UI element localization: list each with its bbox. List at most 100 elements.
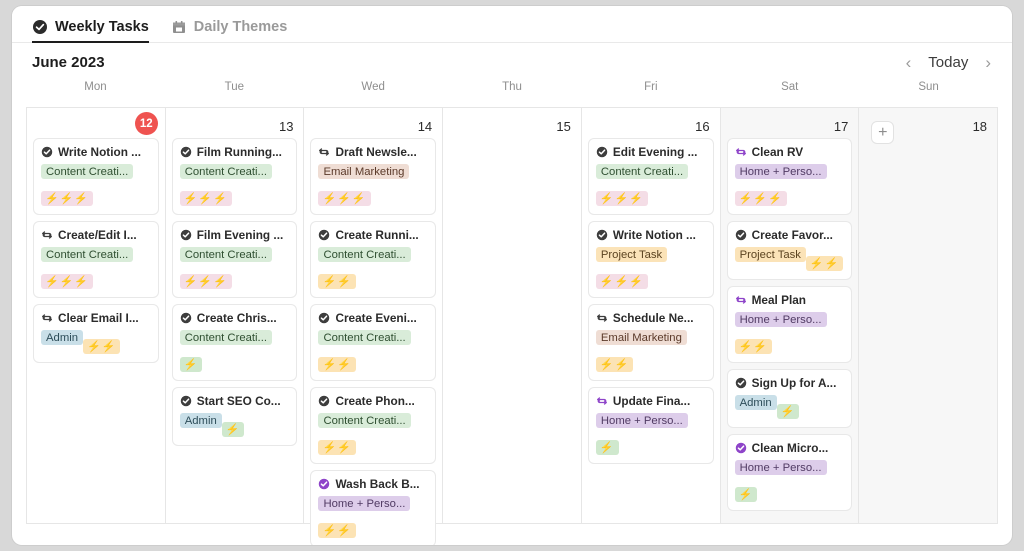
task-category-chip: Email Marketing [318, 164, 410, 179]
month-header: June 2023 ‹ Today › [12, 43, 1012, 81]
task-card-title: Edit Evening ... [596, 145, 706, 159]
task-category-chip: Home + Perso... [734, 164, 827, 179]
recurring-icon [41, 312, 53, 324]
day-header: +18 [865, 115, 991, 144]
today-button[interactable]: Today [928, 54, 968, 71]
task-priority-indicator: ⚡ [776, 404, 800, 419]
weekday-label-wed: Wed [361, 81, 385, 93]
task-card-title: Clean RV [735, 145, 845, 159]
task-card[interactable]: Create Eveni... Content Creati... ⚡⚡ [310, 304, 437, 381]
task-card[interactable]: Sign Up for A... Admin⚡ [726, 369, 853, 428]
check-circle-icon [180, 229, 192, 241]
day-column-thu[interactable]: 15 [443, 108, 582, 524]
task-card[interactable]: Create/Edit I... Content Creati... ⚡⚡⚡ [33, 221, 159, 298]
weekday-label-thu: Thu [502, 81, 522, 93]
task-category-chip: Admin [41, 330, 84, 345]
recurring-icon [735, 294, 747, 306]
tab-daily-themes-label: Daily Themes [193, 19, 288, 35]
task-card[interactable]: Create Favor... Project Task⚡⚡ [726, 221, 853, 280]
day-column-fri[interactable]: 16 Edit Evening ... Content Creati...⚡⚡⚡ Wr… [581, 108, 721, 524]
task-card[interactable]: Clean RV Home + Perso... ⚡⚡⚡ [726, 138, 853, 215]
recurring-icon [735, 146, 747, 158]
task-card[interactable]: Film Running... Content Creati... ⚡⚡⚡ [171, 138, 298, 215]
task-card-title: Film Evening ... [180, 228, 290, 242]
day-number: 15 [556, 119, 571, 134]
task-title-text: Create Eveni... [335, 311, 417, 325]
task-card[interactable]: Meal Plan Home + Perso... ⚡⚡ [726, 286, 853, 363]
task-priority-indicator: ⚡⚡⚡ [41, 274, 94, 289]
calendar-grid: 12 Write Notion ... Content Creati...⚡⚡⚡ Cr… [26, 107, 999, 545]
day-column-sat[interactable]: 17 Clean RV Home + Perso...⚡⚡⚡ Create Favor… [720, 108, 860, 524]
day-column-sun[interactable]: +18 [859, 108, 999, 524]
task-card-title: Film Running... [180, 145, 290, 159]
recurring-icon [318, 146, 330, 158]
task-category-chip: Home + Perso... [595, 413, 688, 428]
task-title-text: Edit Evening ... [612, 145, 698, 159]
task-card[interactable]: Write Notion ... Content Creati... ⚡⚡⚡ [33, 138, 159, 215]
check-circle-icon [318, 229, 330, 241]
task-priority-indicator: ⚡⚡⚡ [318, 191, 371, 206]
task-priority-indicator: ⚡ [734, 487, 758, 502]
task-card[interactable]: Create Phon... Content Creati... ⚡⚡ [310, 387, 437, 464]
app-window: Weekly Tasks Daily Themes June 2023 ‹ To… [12, 6, 1012, 545]
task-card[interactable]: Film Evening ... Content Creati... ⚡⚡⚡ [171, 221, 298, 298]
day-number: 18 [972, 119, 988, 134]
weekday-label-fri: Fri [644, 81, 658, 93]
day-column-tue[interactable]: 13 Film Running... Content Creati...⚡⚡⚡ Fil… [165, 108, 305, 524]
task-priority-indicator: ⚡⚡⚡ [179, 274, 232, 289]
task-category-chip: Content Creati... [318, 247, 411, 262]
task-card[interactable]: Edit Evening ... Content Creati... ⚡⚡⚡ [587, 138, 714, 215]
check-circle-icon [180, 312, 192, 324]
task-priority-indicator: ⚡⚡ [318, 274, 356, 289]
day-header: 13 [172, 115, 298, 138]
task-card-title: Clear Email I... [41, 311, 151, 325]
task-title-text: Sign Up for A... [751, 376, 837, 390]
task-card[interactable]: Create Runni... Content Creati... ⚡⚡ [310, 221, 437, 298]
tab-weekly-tasks[interactable]: Weekly Tasks [32, 19, 149, 43]
task-card[interactable]: Draft Newsle... Email Marketing ⚡⚡⚡ [310, 138, 437, 215]
check-circle-icon [596, 146, 608, 158]
task-card-title: Create Runni... [318, 228, 428, 242]
task-title-text: Write Notion ... [612, 228, 696, 242]
chevron-left-icon[interactable]: ‹ [903, 52, 915, 73]
day-column-wed[interactable]: 14 Draft Newsle... Email Marketing ⚡⚡⚡ Creat… [304, 108, 444, 545]
tab-daily-themes[interactable]: Daily Themes [171, 19, 288, 42]
task-card[interactable]: Wash Back B... Home + Perso... ⚡⚡ [310, 470, 437, 545]
task-card[interactable]: Create Chris... Content Creati... ⚡ [171, 304, 298, 381]
task-card-title: Draft Newsle... [318, 145, 428, 159]
task-card-title: Meal Plan [735, 293, 845, 307]
day-number: 13 [278, 119, 294, 134]
task-card[interactable]: Write Notion ... Project Task ⚡⚡⚡ [587, 221, 714, 298]
add-task-button[interactable]: + [871, 121, 895, 144]
task-priority-indicator: ⚡⚡ [318, 523, 356, 538]
task-card[interactable]: Start SEO Co... Admin⚡ [171, 387, 298, 446]
task-card[interactable]: Schedule Ne... Email Marketing ⚡⚡ [587, 304, 714, 381]
task-category-chip: Content Creati... [318, 330, 411, 345]
task-category-chip: Email Marketing [595, 330, 687, 345]
task-priority-indicator: ⚡⚡ [318, 357, 356, 372]
task-title-text: Schedule Ne... [612, 311, 694, 325]
task-priority-indicator: ⚡ [221, 422, 245, 437]
task-priority-indicator: ⚡⚡ [734, 339, 772, 354]
task-category-chip: Content Creati... [179, 247, 272, 262]
task-category-chip: Project Task [595, 247, 668, 262]
check-circle-icon [735, 377, 747, 389]
check-circle-icon [318, 478, 330, 490]
check-circle-icon [318, 312, 330, 324]
chevron-right-icon[interactable]: › [982, 52, 994, 73]
task-title-text: Wash Back B... [335, 477, 420, 491]
check-circle-icon [735, 229, 747, 241]
recurring-icon [596, 395, 608, 407]
task-card[interactable]: Clear Email I... Admin⚡⚡ [33, 304, 159, 363]
task-card-title: Create Chris... [180, 311, 290, 325]
day-number: 14 [417, 119, 433, 134]
task-category-chip: Home + Perso... [734, 312, 827, 327]
task-card-title: Create Phon... [318, 394, 428, 408]
task-card[interactable]: Clean Micro... Home + Perso... ⚡ [726, 434, 853, 511]
day-header: 14 [310, 115, 436, 138]
check-circle-icon [41, 146, 53, 158]
task-title-text: Film Running... [196, 145, 282, 159]
task-card[interactable]: Update Fina... Home + Perso... ⚡ [587, 387, 714, 464]
task-card-title: Create Favor... [735, 228, 845, 242]
day-column-mon[interactable]: 12 Write Notion ... Content Creati...⚡⚡⚡ Cr… [27, 108, 166, 524]
